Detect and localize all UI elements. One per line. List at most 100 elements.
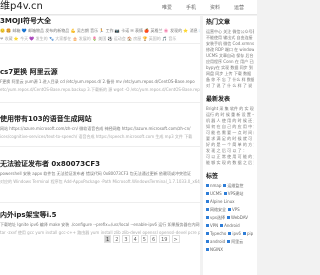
tag-link[interactable]: VPS建站 (223, 191, 244, 197)
site-logo[interactable]: 维p4v.cn (0, 1, 43, 13)
post-item: cs7更换 阿里云源 F更换 阿里云 yum源 1.进入目录 cd /etc/y… (0, 68, 200, 93)
tag-label: Typecho (210, 231, 227, 236)
post-divider (0, 146, 200, 147)
tag-link[interactable]: NGINX (206, 247, 223, 253)
tag-cloud: nmap 运维监控 UCMS VPS建站 Alpine Linux 网络安全 V… (206, 183, 254, 253)
tag-link[interactable]: WebDAV (227, 215, 248, 221)
tag-label: nmap (210, 183, 222, 188)
pagination: 1 2 3 4 5 6 19 > (104, 235, 180, 243)
sidebar: 热门文章 运营中心 关注 微信公众号获得 不能使用 输出式 自由连接 技术 安装… (203, 16, 257, 275)
tag-dot-icon (206, 192, 209, 195)
tag-label: Alpine Linux (210, 199, 235, 204)
tag-label: VPN (210, 223, 219, 228)
tag-link[interactable]: pip (242, 231, 254, 237)
tag-dot-icon (206, 224, 209, 227)
tag-label: ipv6 (232, 231, 241, 236)
tag-dot-icon (227, 216, 230, 219)
tag-link[interactable]: ipv6 (228, 231, 241, 237)
post-title[interactable]: 使用带有103的语音生成网站 (0, 115, 200, 124)
tag-label: 网络安全 (210, 207, 226, 212)
tag-link[interactable]: android (206, 239, 225, 245)
tag-label: UCMS (210, 191, 222, 196)
tag-dot-icon (206, 248, 209, 251)
recent-post-link[interactable]: 能 够 实 现 的 数 据 之 后 清 除 (206, 160, 254, 166)
post-item: 3MOJI符号大全 🙂 🍔 邮箱 💙 邮箱物品 发布的新物品 💪 吴古朗 音乐 … (0, 17, 200, 42)
tag-label: pip (246, 231, 254, 236)
tag-dot-icon (206, 240, 209, 243)
post-excerpt-line: etc/yum.repos.d/CentOS-Base.repo.backup … (0, 87, 200, 92)
nav-item-mobile[interactable]: 手机 (186, 4, 196, 11)
nav-item-operations[interactable]: 运营 (234, 4, 244, 11)
post-item: 内外ips架宝等i.5 下载地址 Ignite ipv6 编译 make 安装 … (0, 211, 200, 236)
tag-dot-icon (206, 208, 209, 211)
tag-dot-icon (242, 232, 246, 235)
tag-label: VPS (232, 207, 240, 212)
tag-link[interactable]: 运维监控 (223, 183, 243, 189)
tag-link[interactable]: nmap (206, 183, 221, 189)
post-item: 无法验证发布者 0x80073CF3 powershell 安装 appx 软件… (0, 160, 200, 185)
post-item: 使用带有103的语音生成网站 网站 https://azure.microsof… (0, 115, 200, 140)
tag-label: 运维监控 (227, 183, 244, 188)
post-excerpt-line: ❤ 收藏 ⭐ 今天 💜 发生的 🐾 大家都在 🎂 发展的 🌷 美国 ⚽ 运动会 … (0, 36, 177, 41)
main-nav: 唯爱 手机 资料 运营 (162, 4, 244, 11)
tag-dot-icon (220, 224, 224, 227)
page-button-6[interactable]: 6 (149, 235, 158, 243)
post-excerpt: 网站 https://azure.microsoft.com/zh-cn/ 微软… (0, 126, 191, 131)
post-excerpt: 🙂 🍔 邮箱 💙 邮箱物品 发布的新物品 💪 吴古朗 音乐 🏃 工作 📷 卡诺 … (0, 28, 200, 33)
post-excerpt: F更换 阿里云 yum源 1.进入目录 cd /etc/yum.repos.d/… (0, 79, 195, 84)
nav-item-resources[interactable]: 资料 (210, 4, 220, 11)
tag-link[interactable]: UCMS (206, 191, 222, 197)
post-divider (0, 43, 200, 44)
post-title[interactable]: 内外ips架宝等i.5 (0, 211, 200, 220)
tag-link[interactable]: VPN (206, 223, 218, 229)
tag-dot-icon (223, 184, 227, 187)
post-excerpt: powershell 安装 appx 软件包 无法验证发布者 错误代码 0x80… (0, 171, 192, 176)
nav-item-home[interactable]: 唯爱 (162, 4, 172, 11)
site-header: 维p4v.cn 唯爱 手机 资料 运营 (0, 0, 257, 15)
page-button-1[interactable]: 1 (104, 235, 112, 243)
tag-link[interactable]: 阿里云 (227, 239, 243, 245)
tag-dot-icon (206, 216, 209, 219)
tag-label: NGINX (210, 247, 224, 252)
tag-link[interactable]: Typecho (206, 231, 226, 237)
post-list: 3MOJI符号大全 🙂 🍔 邮箱 💙 邮箱物品 发布的新物品 💪 吴古朗 音乐 … (0, 16, 200, 275)
tag-link[interactable]: Alpine Linux (206, 199, 235, 205)
page-button-3[interactable]: 3 (122, 235, 130, 243)
tag-link[interactable]: vps选择 (206, 215, 225, 221)
tag-label: VPS建站 (227, 191, 244, 196)
page-button-5[interactable]: 5 (140, 235, 148, 243)
tag-label: android (210, 239, 226, 244)
page-button-4[interactable]: 4 (131, 235, 139, 243)
post-title[interactable]: cs7更换 阿里云源 (0, 68, 200, 77)
tag-dot-icon (206, 200, 209, 203)
hot-post-link[interactable]: 对 了 说 了 什 么 样 了 说 了 什么 (206, 83, 254, 89)
tag-label: vps选择 (210, 215, 225, 220)
tags-title: 标签 (206, 173, 219, 180)
tag-dot-icon (228, 208, 231, 211)
post-excerpt-line: 对应的 Windows Terminal 程序包 Add-AppxPackage… (0, 179, 200, 184)
next-page-button[interactable]: > (171, 235, 180, 243)
recent-posts-title: 最新发表 (206, 96, 231, 103)
tag-dot-icon (227, 240, 231, 243)
page-button-2[interactable]: 2 (113, 235, 121, 243)
hot-posts-title: 热门文章 (206, 19, 231, 26)
tag-dot-icon (223, 192, 227, 195)
page-button-last[interactable]: 19 (159, 235, 170, 243)
post-excerpt-line: ices/cognitive-services/text-to-speech/ … (0, 134, 193, 139)
tag-label: Android (224, 223, 240, 228)
post-title[interactable]: 无法验证发布者 0x80073CF3 (0, 160, 200, 169)
tag-label: 阿里云 (231, 239, 244, 244)
post-divider (0, 102, 200, 103)
post-divider (0, 202, 200, 203)
post-title[interactable]: 3MOJI符号大全 (0, 17, 200, 26)
tag-link[interactable]: Android (220, 223, 240, 229)
tag-link[interactable]: VPS (228, 207, 240, 213)
tag-dot-icon (206, 184, 209, 187)
post-excerpt: 下载地址 Ignite ipv6 编译 make 安装 ./configure … (0, 222, 200, 227)
tag-dot-icon (206, 232, 209, 235)
tag-dot-icon (228, 232, 232, 235)
tag-link[interactable]: 网络安全 (206, 207, 226, 213)
tag-label: WebDAV (231, 215, 248, 220)
